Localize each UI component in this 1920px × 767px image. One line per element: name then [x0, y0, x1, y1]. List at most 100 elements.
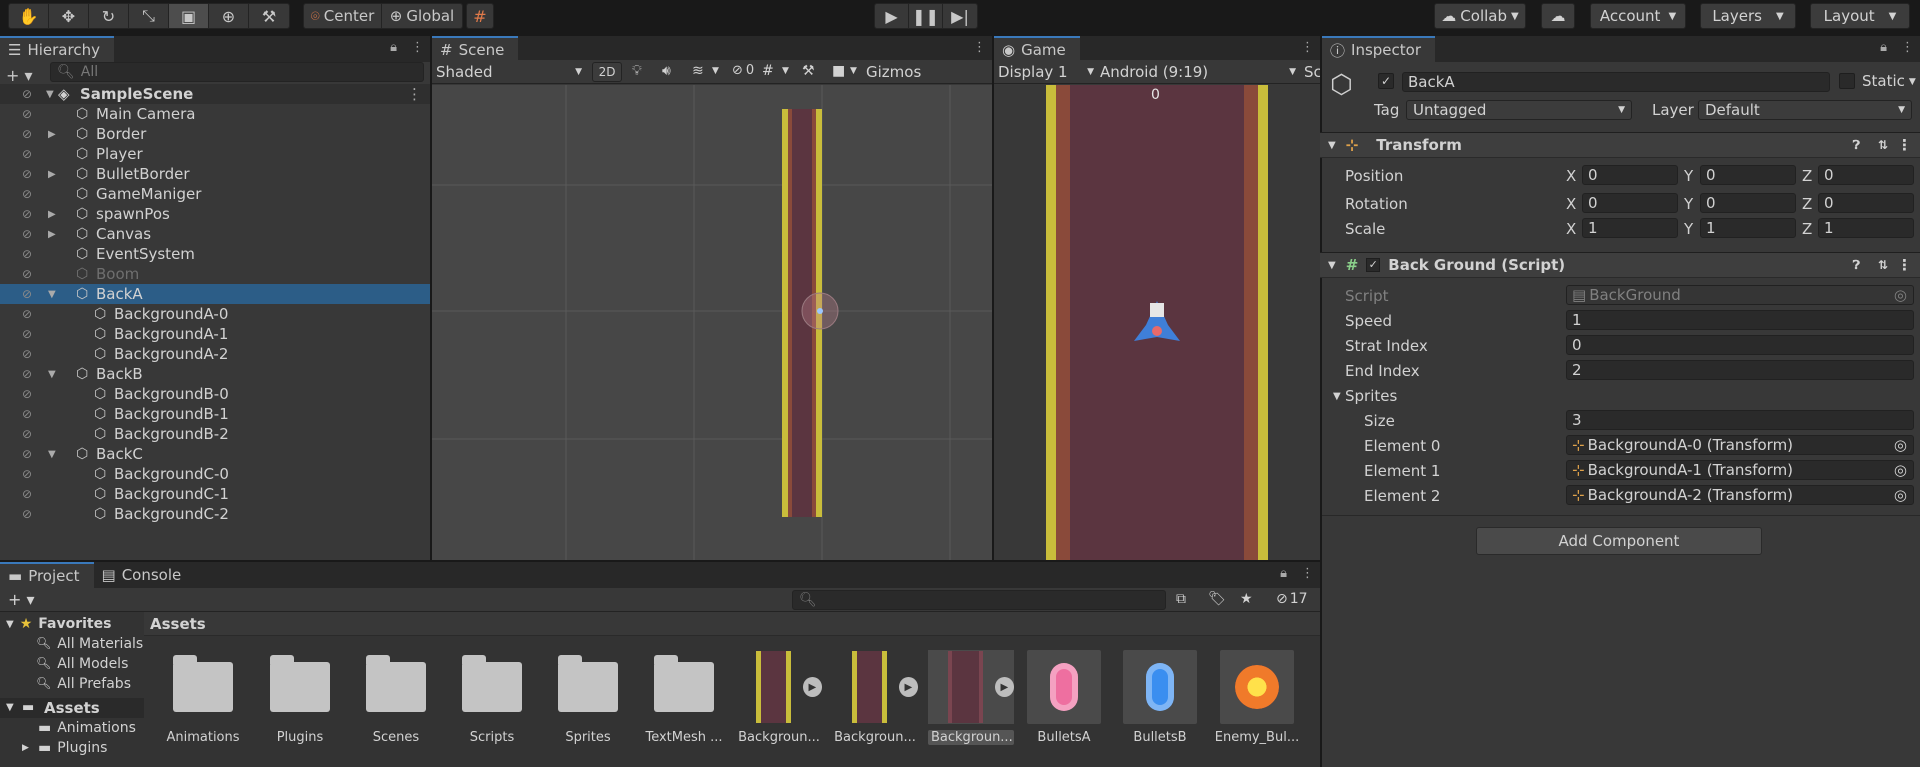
- pivot-global-button[interactable]: ⊕ Global: [382, 4, 462, 28]
- hierarchy-search-input[interactable]: 🔍︎ All: [50, 62, 424, 82]
- layers-dropdown[interactable]: Layers ▼: [1700, 3, 1796, 29]
- hidden-packages-toggle[interactable]: ⊘ 17: [1276, 591, 1308, 607]
- audio-icon[interactable]: 🔊︎: [662, 63, 671, 79]
- rect-tool-icon[interactable]: ▣: [169, 4, 209, 28]
- element-object-field[interactable]: ⊹ BackgroundA-0 (Transform) ◎: [1566, 435, 1914, 455]
- move-tool-icon[interactable]: ✥: [49, 4, 89, 28]
- expand-arrow-icon[interactable]: ▼: [48, 449, 60, 460]
- strat-index-field[interactable]: 0: [1566, 335, 1914, 355]
- hierarchy-item[interactable]: ⊘ ▼ ⬡ BackB: [0, 364, 430, 384]
- hierarchy-item[interactable]: ⊘ ⬡ EventSystem: [0, 244, 430, 264]
- more-icon[interactable]: ⋮: [1301, 566, 1314, 581]
- asset-folder-item[interactable]: ▬ Animations: [22, 720, 136, 736]
- hierarchy-item[interactable]: ⊘ ⬡ BackgroundC-1: [0, 484, 430, 504]
- scale-x-label[interactable]: X: [1566, 220, 1576, 238]
- hand-tool-icon[interactable]: ✋: [9, 4, 49, 28]
- scale-z-label[interactable]: Z: [1802, 220, 1812, 238]
- visibility-icon[interactable]: ⊘: [22, 467, 32, 481]
- display-dropdown[interactable]: Display 1 ▼: [998, 63, 1094, 81]
- hierarchy-item[interactable]: ⊘ ⬡ Main Camera: [0, 104, 430, 124]
- hierarchy-item[interactable]: ⊘ ▼ ⬡ BackC: [0, 444, 430, 464]
- end-index-field[interactable]: 2: [1566, 360, 1914, 380]
- collapse-arrow-icon[interactable]: [22, 723, 32, 736]
- hierarchy-item[interactable]: ⊘ ⬡ BackgroundA-2: [0, 344, 430, 364]
- visibility-icon[interactable]: ⊘: [22, 407, 32, 421]
- position-z-field[interactable]: 0: [1818, 165, 1914, 185]
- hierarchy-item[interactable]: ⊘ ⬡ BackgroundB-0: [0, 384, 430, 404]
- lock-icon[interactable]: 🔒︎: [1280, 566, 1287, 581]
- expand-arrow-icon[interactable]: ▼: [46, 89, 58, 100]
- hidden-objects-toggle[interactable]: ⊘ 0: [732, 63, 754, 78]
- object-picker-icon[interactable]: ◎: [1894, 436, 1907, 454]
- favorite-item[interactable]: 🔍︎ All Models: [36, 656, 128, 672]
- account-dropdown[interactable]: Account ▼: [1590, 3, 1686, 29]
- game-viewport[interactable]: 0: [994, 85, 1320, 560]
- position-x-field[interactable]: 0: [1582, 165, 1678, 185]
- hierarchy-item[interactable]: ⊘ ▶ ⬡ BulletBorder: [0, 164, 430, 184]
- effects-icon[interactable]: ≋: [692, 63, 704, 79]
- chevron-down-icon[interactable]: ▼: [712, 66, 719, 76]
- tools-icon[interactable]: ⚒: [802, 63, 815, 79]
- favorite-star-icon[interactable]: ★: [1240, 591, 1253, 607]
- tab-project[interactable]: ▬ Project: [0, 562, 94, 588]
- visibility-icon[interactable]: ⊘: [22, 207, 32, 221]
- lock-icon[interactable]: 🔒︎: [390, 40, 397, 55]
- visibility-icon[interactable]: ⊘: [22, 427, 32, 441]
- asset-folder[interactable]: TextMesh ...: [641, 650, 727, 745]
- visibility-icon[interactable]: ⊘: [22, 107, 32, 121]
- gizmos-dropdown[interactable]: Gizmos: [866, 63, 921, 81]
- visibility-icon[interactable]: ⊘: [22, 367, 32, 381]
- breadcrumb[interactable]: Assets: [150, 615, 206, 633]
- asset-item[interactable]: ▶ Backgroun...: [928, 650, 1014, 745]
- help-icon[interactable]: ❓︎: [1853, 138, 1860, 153]
- hierarchy-item[interactable]: ⊘ ⬡ BackgroundB-2: [0, 424, 430, 444]
- more-icon[interactable]: ⋮: [411, 40, 424, 55]
- asset-item[interactable]: BulletsA: [1021, 650, 1107, 745]
- asset-folder[interactable]: Animations: [160, 650, 246, 745]
- hierarchy-item[interactable]: ⊘ ⬡ Boom: [0, 264, 430, 284]
- component-more-icon[interactable]: ⋮: [1897, 136, 1912, 154]
- component-more-icon[interactable]: ⋮: [1897, 256, 1912, 274]
- hierarchy-item[interactable]: ⊘ ▶ ⬡ spawnPos: [0, 204, 430, 224]
- element-object-field[interactable]: ⊹ BackgroundA-2 (Transform) ◎: [1566, 485, 1914, 505]
- asset-item[interactable]: Enemy_Bul...: [1214, 650, 1300, 745]
- chevron-down-icon[interactable]: ▼: [782, 66, 789, 76]
- hierarchy-item[interactable]: ⊘ ⬡ GameManiger: [0, 184, 430, 204]
- pause-button[interactable]: ❚❚: [909, 4, 943, 28]
- asset-folder-item[interactable]: ▶ ▬ Plugins: [22, 740, 107, 756]
- layout-dropdown[interactable]: Layout ▼: [1810, 3, 1910, 29]
- static-checkbox[interactable]: [1839, 73, 1855, 89]
- cloud-button[interactable]: ☁: [1541, 3, 1575, 29]
- add-component-button[interactable]: Add Component: [1476, 527, 1762, 555]
- visibility-icon[interactable]: ⊘: [22, 267, 32, 281]
- visibility-icon[interactable]: ⊘: [22, 307, 32, 321]
- rotate-tool-icon[interactable]: ↻: [89, 4, 129, 28]
- visibility-icon[interactable]: ⊘: [22, 247, 32, 261]
- size-field[interactable]: 3: [1566, 410, 1914, 430]
- expand-arrow-icon[interactable]: ▼: [48, 369, 60, 380]
- hierarchy-item[interactable]: ⊘ ⬡ BackgroundC-2: [0, 504, 430, 524]
- tab-inspector[interactable]: ⓘ Inspector: [1322, 36, 1435, 62]
- mode-2d-toggle[interactable]: 2D: [592, 62, 622, 82]
- background-script-header[interactable]: ▼ # ✓ Back Ground (Script) ❓︎ ⇅ ⋮: [1320, 252, 1920, 278]
- hierarchy-item[interactable]: ⊘ ⬡ BackgroundA-0: [0, 304, 430, 324]
- hierarchy-item[interactable]: ⊘ ⬡ Player: [0, 144, 430, 164]
- collab-button[interactable]: ☁ Collab ▼: [1434, 3, 1526, 29]
- visibility-icon[interactable]: ⊘: [22, 167, 32, 181]
- hierarchy-item[interactable]: ⊘ ⬡ BackgroundA-1: [0, 324, 430, 344]
- rotation-z-field[interactable]: 0: [1818, 193, 1914, 213]
- collapse-arrow-icon[interactable]: ▶: [48, 209, 60, 220]
- script-enabled-checkbox[interactable]: ✓: [1366, 258, 1381, 272]
- favorite-item[interactable]: 🔍︎ All Materials: [36, 636, 143, 652]
- hierarchy-item[interactable]: ⊘ ▼ ⬡ BackA: [0, 284, 430, 304]
- scene-more-icon[interactable]: ⋮: [407, 85, 422, 103]
- scene-row[interactable]: ⊘ ▼ ◈ SampleScene ⋮: [0, 84, 430, 104]
- visibility-icon[interactable]: ⊘: [22, 147, 32, 161]
- rotation-y-field[interactable]: 0: [1700, 193, 1796, 213]
- visibility-icon[interactable]: ⊘: [22, 387, 32, 401]
- asset-folder[interactable]: Scripts: [449, 650, 535, 745]
- shading-mode-dropdown[interactable]: Shaded ▼: [436, 62, 582, 82]
- preset-icon[interactable]: ⇅: [1878, 138, 1888, 152]
- object-picker-icon[interactable]: ◎: [1894, 461, 1907, 479]
- project-create-button[interactable]: + ▾: [8, 590, 35, 609]
